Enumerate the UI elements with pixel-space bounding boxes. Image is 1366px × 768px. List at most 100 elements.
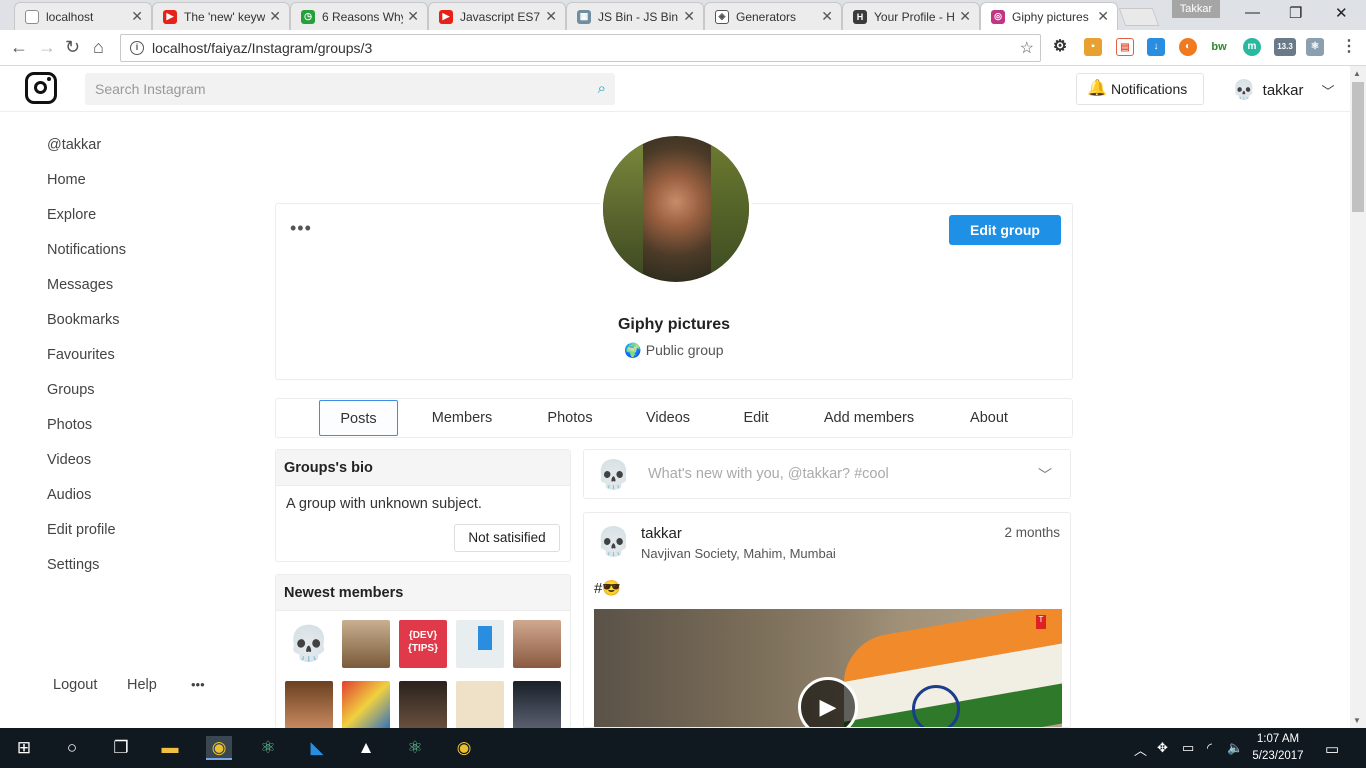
sidebar-item-audios[interactable]: Audios	[47, 485, 247, 520]
tray-expand-icon[interactable]: ︿	[1134, 740, 1147, 759]
play-icon[interactable]: ▶	[798, 677, 858, 727]
photos-icon[interactable]: ▲	[353, 736, 379, 760]
member-avatar[interactable]	[342, 620, 390, 668]
member-avatar[interactable]: {DEV} {TIPS}	[399, 620, 447, 668]
not-satisfied-button[interactable]: Not satisified	[454, 524, 560, 552]
extension-icon[interactable]: bw	[1210, 38, 1228, 56]
restore-icon[interactable]: ❐	[1289, 4, 1302, 22]
extension-icon[interactable]: ▪	[1084, 38, 1102, 56]
tab-add-members[interactable]: Add members	[806, 400, 932, 436]
gear-icon[interactable]: ⚙	[1051, 38, 1069, 56]
notifications-button[interactable]: 🔔 Notifications	[1076, 73, 1204, 105]
sidebar-item-settings[interactable]: Settings	[47, 555, 247, 590]
wifi-icon[interactable]: ◜	[1207, 740, 1212, 756]
more-options-icon[interactable]: •••	[191, 677, 205, 692]
taskbar-clock[interactable]: 1:07 AM 5/23/2017	[1240, 731, 1316, 765]
extension-icon[interactable]: ⚛	[1306, 38, 1324, 56]
tab-videos[interactable]: Videos	[632, 400, 704, 436]
help-link[interactable]: Help	[127, 677, 157, 693]
chrome-icon[interactable]: ◉	[451, 736, 477, 760]
user-menu[interactable]: 💀 takkar ﹀	[1232, 78, 1335, 102]
post-composer[interactable]: 💀 What's new with you, @takkar? #cool ﹀	[583, 449, 1071, 499]
browser-tab[interactable]: ◷ 6 Reasons Why ✕	[290, 2, 428, 30]
logout-link[interactable]: Logout	[53, 677, 97, 693]
url-text[interactable]: localhost/faiyaz/Instagram/groups/3	[152, 40, 372, 56]
member-avatar[interactable]	[399, 681, 447, 729]
window-close-icon[interactable]: ✕	[1335, 4, 1348, 22]
close-icon[interactable]: ✕	[683, 8, 695, 25]
sidebar-item-favourites[interactable]: Favourites	[47, 345, 247, 380]
browser-tab[interactable]: ▶ The 'new' keyw ✕	[152, 2, 290, 30]
member-avatar[interactable]	[456, 681, 504, 729]
member-avatar[interactable]	[513, 681, 561, 729]
sidebar-item-videos[interactable]: Videos	[47, 450, 247, 485]
chevron-down-icon[interactable]: ﹀	[1038, 465, 1052, 485]
info-icon[interactable]: i	[130, 41, 144, 55]
tab-about[interactable]: About	[951, 400, 1027, 436]
sidebar-item-explore[interactable]: Explore	[47, 205, 247, 240]
scroll-down-icon[interactable]: ▼	[1353, 716, 1361, 725]
tab-edit[interactable]: Edit	[726, 400, 786, 436]
extension-icon[interactable]: ◐	[1179, 38, 1197, 56]
sidebar-item-home[interactable]: Home	[47, 170, 247, 205]
browser-tab[interactable]: localhost ✕	[14, 2, 152, 30]
edit-group-button[interactable]: Edit group	[949, 215, 1061, 245]
action-center-icon[interactable]: ▭	[1325, 740, 1339, 758]
url-bar[interactable]: i localhost/faiyaz/Instagram/groups/3 ☆	[120, 34, 1041, 62]
download-icon[interactable]: ↓	[1147, 38, 1165, 56]
close-icon[interactable]: ✕	[269, 8, 281, 25]
browser-tab-active[interactable]: ◎ Giphy pictures ✕	[980, 2, 1118, 30]
close-icon[interactable]: ✕	[959, 8, 971, 25]
search-input[interactable]: Search Instagram ⌕	[85, 73, 615, 105]
instagram-logo-icon[interactable]	[25, 72, 57, 104]
sidebar-item-notifications[interactable]: Notifications	[47, 240, 247, 275]
windows-start-icon[interactable]: ⊞	[11, 736, 37, 760]
page-scrollbar[interactable]: ▲ ▼	[1350, 66, 1366, 728]
post-username[interactable]: takkar	[641, 525, 682, 542]
close-icon[interactable]: ✕	[545, 8, 557, 25]
sidebar-item-groups[interactable]: Groups	[47, 380, 247, 415]
tab-posts[interactable]: Posts	[319, 400, 398, 436]
sidebar-item-edit-profile[interactable]: Edit profile	[47, 520, 247, 555]
scroll-up-icon[interactable]: ▲	[1353, 69, 1361, 78]
file-explorer-icon[interactable]: ▬	[157, 736, 183, 760]
chrome-icon[interactable]: ◉	[206, 736, 232, 760]
battery-icon[interactable]: ▭	[1182, 740, 1194, 756]
extension-badge-icon[interactable]: 13.3	[1274, 38, 1296, 56]
tab-photos[interactable]: Photos	[531, 400, 609, 436]
close-icon[interactable]: ✕	[407, 8, 419, 25]
atom-icon[interactable]: ⚛	[402, 736, 428, 760]
group-options-icon[interactable]: •••	[290, 218, 312, 239]
post-video[interactable]: ▶ T	[594, 609, 1062, 727]
group-avatar[interactable]	[600, 133, 752, 285]
browser-tab[interactable]: ▶ Javascript ES7 ✕	[428, 2, 566, 30]
vscode-icon[interactable]: ◣	[304, 736, 330, 760]
member-avatar[interactable]	[456, 620, 504, 668]
browser-tab[interactable]: ▦ JS Bin - JS Bin ✕	[566, 2, 704, 30]
bookmark-star-icon[interactable]: ☆	[1020, 38, 1034, 58]
reload-icon[interactable]: ↻	[65, 37, 80, 58]
close-icon[interactable]: ✕	[131, 8, 143, 25]
post-location[interactable]: Navjivan Society, Mahim, Mumbai	[641, 546, 836, 561]
home-icon[interactable]: ⌂	[93, 37, 104, 58]
task-view-icon[interactable]: ❐	[108, 736, 134, 760]
member-avatar[interactable]: 💀	[285, 620, 333, 668]
chrome-menu-icon[interactable]: ⋮	[1340, 38, 1358, 56]
new-tab-button[interactable]	[1118, 8, 1160, 26]
close-icon[interactable]: ✕	[1097, 8, 1109, 25]
composer-placeholder[interactable]: What's new with you, @takkar? #cool	[648, 466, 889, 482]
sidebar-item-photos[interactable]: Photos	[47, 415, 247, 450]
tab-members[interactable]: Members	[418, 400, 506, 436]
dropbox-icon[interactable]: ✥	[1157, 740, 1168, 756]
extension-icon[interactable]: ▤	[1116, 38, 1134, 56]
browser-tab[interactable]: H Your Profile - H ✕	[842, 2, 980, 30]
search-icon[interactable]: ⌕	[598, 73, 606, 105]
chrome-profile-badge[interactable]: Takkar	[1172, 0, 1220, 18]
minimize-icon[interactable]: —	[1245, 4, 1260, 21]
atom-icon[interactable]: ⚛	[255, 736, 281, 760]
close-icon[interactable]: ✕	[821, 8, 833, 25]
extension-icon[interactable]: m	[1243, 38, 1261, 56]
back-icon[interactable]: ←	[10, 37, 28, 58]
member-avatar[interactable]	[285, 681, 333, 729]
member-avatar[interactable]	[513, 620, 561, 668]
